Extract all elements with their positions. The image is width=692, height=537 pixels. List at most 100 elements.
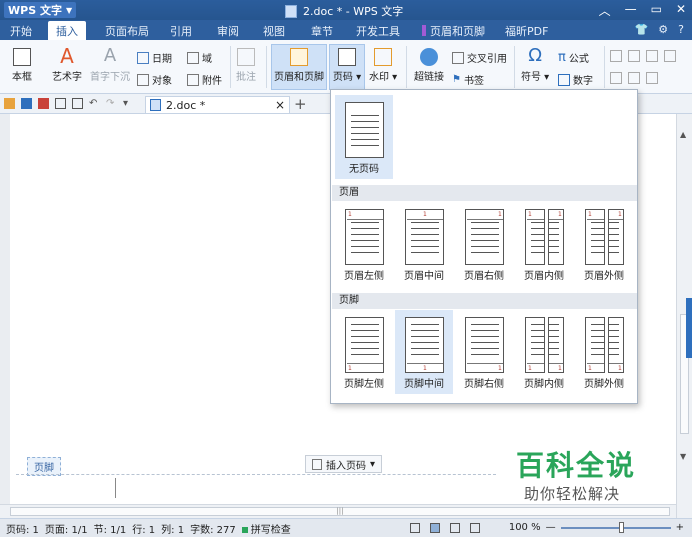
textbox-icon xyxy=(13,48,31,66)
tab-home[interactable]: 开始 xyxy=(10,23,32,39)
form-controls-group xyxy=(610,50,676,62)
list-control-icon[interactable] xyxy=(664,50,676,62)
header-section-title: 页眉 xyxy=(332,185,637,201)
form-control-icon[interactable] xyxy=(610,50,622,62)
tab-header-footer[interactable]: 页眉和页脚 xyxy=(422,23,485,39)
outline-view-icon[interactable] xyxy=(450,523,460,533)
print-icon[interactable] xyxy=(55,98,66,109)
wordart-button[interactable]: A 艺术字 xyxy=(52,46,82,83)
ribbon: 本框 A 艺术字 A 首字下沉 日期 域 对象 附件 批注 页眉和页脚 页码 ▾… xyxy=(0,40,692,94)
date-button[interactable]: 日期 xyxy=(137,50,172,65)
page-number-marker: 1 xyxy=(588,365,592,372)
header-position-option-1[interactable]: 1 页眉左侧 xyxy=(335,202,393,286)
lock-icon[interactable] xyxy=(646,72,658,84)
close-button[interactable]: ✕ xyxy=(676,2,686,19)
web-view-icon[interactable] xyxy=(470,523,480,533)
print-preview-icon[interactable] xyxy=(72,98,83,109)
tab-view[interactable]: 视图 xyxy=(263,23,285,39)
page-view-icon[interactable] xyxy=(430,523,440,533)
zoom-slider[interactable] xyxy=(560,521,671,533)
tab-review[interactable]: 审阅 xyxy=(217,23,239,39)
zoom-in-button[interactable]: + xyxy=(676,522,684,533)
document-icon xyxy=(150,99,161,111)
number-button[interactable]: 数字 xyxy=(558,72,593,87)
symbol-button[interactable]: Ω 符号 ▾ xyxy=(521,46,549,84)
footer-position-option-2[interactable]: 1 页脚中间 xyxy=(395,310,453,394)
footer-position-option-4[interactable]: 1 1 页脚内侧 xyxy=(515,310,573,394)
header-position-option-4[interactable]: 1 1 页眉内侧 xyxy=(515,202,573,286)
page-number-marker: 1 xyxy=(423,211,427,218)
comment-button[interactable]: 批注 xyxy=(236,48,256,83)
spell-check-toggle[interactable]: 拼写检查 xyxy=(241,521,291,536)
insert-page-number-button[interactable]: 插入页码 ▾ xyxy=(305,455,383,473)
combo-control-icon[interactable] xyxy=(646,50,658,62)
field-label: 域 xyxy=(202,54,212,65)
object-button[interactable]: 对象 xyxy=(137,72,172,87)
footer-position-option-1[interactable]: 1 页脚左侧 xyxy=(335,310,393,394)
page-thumbnail: 1 xyxy=(465,209,504,265)
page-thumbnail: 1 xyxy=(405,209,444,265)
spell-check-indicator-icon xyxy=(241,526,248,533)
header-position-option-3[interactable]: 1 页眉右侧 xyxy=(455,202,513,286)
side-panel-toggle[interactable] xyxy=(686,298,692,358)
export-pdf-icon[interactable] xyxy=(38,98,49,109)
ribbon-separator xyxy=(406,46,407,88)
settings-icon[interactable]: ⚙ xyxy=(658,23,668,36)
footer-position-option-5[interactable]: 1 1 页脚外侧 xyxy=(575,310,633,394)
tab-page-layout[interactable]: 页面布局 xyxy=(105,23,149,39)
help-button[interactable]: ? xyxy=(678,23,684,36)
redo-icon[interactable]: ↷ xyxy=(106,98,117,109)
dropcap-button[interactable]: A 首字下沉 xyxy=(90,46,130,84)
scroll-down-icon[interactable]: ▼ xyxy=(680,452,686,461)
horizontal-scrollbar[interactable]: ||| xyxy=(0,504,676,518)
hyperlink-button[interactable]: 超链接 xyxy=(414,48,444,83)
page-number-button[interactable]: 页码 ▾ xyxy=(329,44,365,90)
title-bar: WPS 文字 ▼ 2.doc * - WPS 文字 ︿ — ▭ ✕ xyxy=(0,0,692,20)
zoom-slider-thumb[interactable] xyxy=(619,521,625,533)
frame-control-icon[interactable] xyxy=(610,72,622,84)
footer-option-label: 页脚内侧 xyxy=(524,379,564,390)
undo-icon[interactable]: ↶ xyxy=(89,98,100,109)
close-tab-icon[interactable]: × xyxy=(275,98,285,112)
no-page-number-option[interactable]: 无页码 xyxy=(335,95,393,179)
formula-button[interactable]: π 公式 xyxy=(558,50,589,65)
attachment-button[interactable]: 附件 xyxy=(187,72,222,87)
header-footer-label: 页眉和页脚 xyxy=(274,72,324,83)
new-tab-button[interactable]: + xyxy=(294,95,307,113)
maximize-button[interactable]: ▭ xyxy=(651,2,662,19)
collapse-ribbon-icon[interactable]: ︿ xyxy=(599,2,611,19)
tab-references[interactable]: 引用 xyxy=(170,23,192,39)
zoom-out-button[interactable]: — xyxy=(546,522,556,533)
reading-view-icon[interactable] xyxy=(410,523,420,533)
pencil-icon[interactable] xyxy=(628,72,640,84)
header-position-option-5[interactable]: 1 1 页眉外侧 xyxy=(575,202,633,286)
page-thumbnail xyxy=(345,102,384,158)
wps-menu-button[interactable]: WPS 文字 ▼ xyxy=(4,2,77,18)
doc-tab-name: 2.doc * xyxy=(166,98,206,112)
tab-foxit-pdf[interactable]: 福昕PDF xyxy=(505,23,548,39)
textbox-button[interactable]: 本框 xyxy=(12,48,32,83)
tab-insert[interactable]: 插入 xyxy=(48,21,86,40)
skin-icon[interactable]: 👕 xyxy=(635,23,649,36)
tab-developer[interactable]: 开发工具 xyxy=(356,23,400,39)
watermark-button[interactable]: 水印 ▾ xyxy=(369,48,397,83)
scroll-up-icon[interactable]: ▲ xyxy=(680,130,686,139)
bookmark-button[interactable]: ⚑ 书签 xyxy=(452,72,484,87)
calendar-icon xyxy=(137,51,149,64)
field-button[interactable]: 域 xyxy=(187,50,212,65)
doc-tab[interactable]: 2.doc * × xyxy=(145,96,290,113)
watermark-title: 百科全说 xyxy=(516,449,637,482)
tab-chapter[interactable]: 章节 xyxy=(311,23,333,39)
cross-reference-button[interactable]: 交叉引用 xyxy=(452,50,507,65)
header-footer-button[interactable]: 页眉和页脚 xyxy=(271,44,327,90)
chevron-down-icon[interactable]: ▾ xyxy=(123,98,134,109)
open-folder-icon[interactable] xyxy=(4,98,15,109)
watermark-subtitle: 助你轻松解决 xyxy=(524,485,621,503)
save-icon[interactable] xyxy=(21,98,32,109)
minimize-button[interactable]: — xyxy=(625,2,637,19)
header-position-option-2[interactable]: 1 页眉中间 xyxy=(395,202,453,286)
bookmark-label: 书签 xyxy=(463,76,484,87)
footer-position-option-3[interactable]: 1 页脚右侧 xyxy=(455,310,513,394)
horizontal-scroll-thumb[interactable]: ||| xyxy=(10,507,670,516)
checkbox-control-icon[interactable] xyxy=(628,50,640,62)
